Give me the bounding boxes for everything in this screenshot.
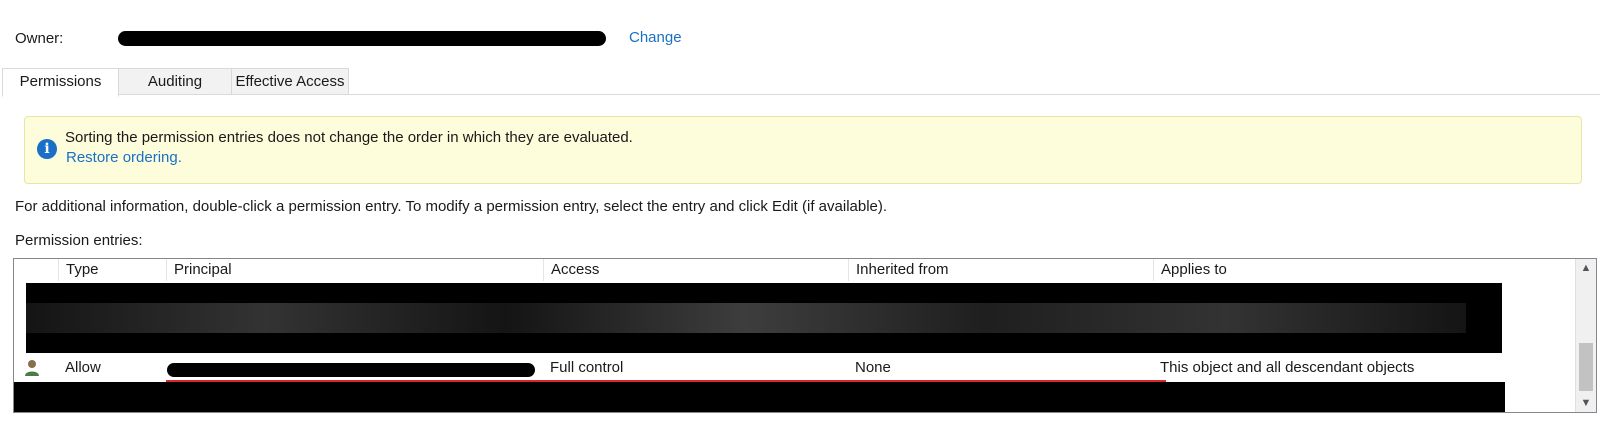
info-icon: i (37, 139, 57, 159)
row-type: Allow (65, 359, 101, 376)
vertical-scrollbar[interactable]: ▲ ▼ (1575, 259, 1596, 412)
restore-ordering-link[interactable]: Restore ordering. (66, 149, 182, 166)
list-header: Type Principal Access Inherited from App… (14, 259, 1596, 281)
permission-entries-label: Permission entries: (15, 232, 143, 249)
user-icon (25, 360, 39, 376)
column-header-applies-to[interactable]: Applies to (1153, 259, 1533, 281)
owner-value-redacted (118, 31, 606, 46)
info-banner: i Sorting the permission entries does no… (24, 116, 1582, 184)
tab-divider (119, 94, 1600, 95)
redacted-rows (26, 283, 1502, 353)
change-owner-link[interactable]: Change (629, 29, 682, 46)
tab-permissions[interactable]: Permissions (2, 68, 119, 97)
column-header-access[interactable]: Access (543, 259, 849, 281)
scroll-thumb[interactable] (1579, 343, 1593, 391)
scroll-down-icon[interactable]: ▼ (1576, 394, 1596, 412)
row-access: Full control (550, 359, 624, 376)
permission-entries-list[interactable]: Type Principal Access Inherited from App… (13, 258, 1597, 413)
scroll-up-icon[interactable]: ▲ (1576, 259, 1596, 277)
redacted-rows-bottom (14, 382, 1505, 412)
column-header-type[interactable]: Type (58, 259, 167, 281)
row-inherited-from: None (855, 359, 891, 376)
tab-auditing[interactable]: Auditing (118, 68, 232, 95)
additional-info-text: For additional information, double-click… (15, 198, 888, 215)
row-applies-to: This object and all descendant objects (1160, 359, 1415, 376)
table-row[interactable]: Allow Full control None This object and … (14, 355, 1574, 383)
column-header-principal[interactable]: Principal (166, 259, 544, 281)
info-message: Sorting the permission entries does not … (65, 129, 633, 146)
tab-effective-access[interactable]: Effective Access (231, 68, 349, 95)
owner-label: Owner: (15, 30, 64, 47)
column-header-inherited-from[interactable]: Inherited from (848, 259, 1154, 281)
tab-bar: Permissions Auditing Effective Access (0, 68, 1600, 97)
row-principal-redacted (167, 363, 535, 377)
